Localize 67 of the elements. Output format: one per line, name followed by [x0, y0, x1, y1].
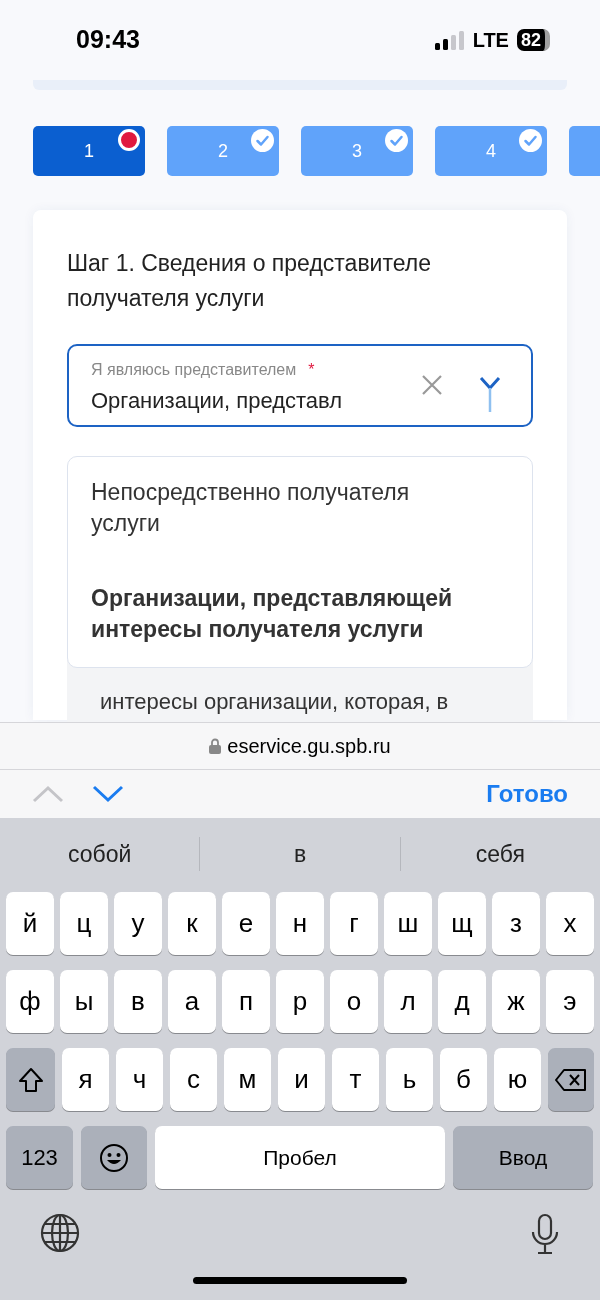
- field-value: Организации, представл: [91, 387, 343, 415]
- keyboard-key[interactable]: ы: [60, 970, 108, 1033]
- next-field-icon[interactable]: [92, 785, 124, 803]
- keyboard-key[interactable]: у: [114, 892, 162, 955]
- keyboard-key[interactable]: ю: [494, 1048, 541, 1111]
- shift-key[interactable]: [6, 1048, 55, 1111]
- emoji-key[interactable]: [81, 1126, 147, 1189]
- keyboard-key[interactable]: с: [170, 1048, 217, 1111]
- suggestion[interactable]: себя: [400, 836, 600, 872]
- keyboard-key[interactable]: и: [278, 1048, 325, 1111]
- globe-icon[interactable]: [40, 1213, 80, 1253]
- clock-time: 09:43: [76, 24, 140, 56]
- keyboard-key[interactable]: г: [330, 892, 378, 955]
- signal-icon: [434, 30, 465, 50]
- backspace-icon: [555, 1068, 587, 1091]
- chevron-icon[interactable]: [479, 374, 501, 412]
- network-label: LTE: [472, 28, 509, 53]
- keyboard-key[interactable]: ф: [6, 970, 54, 1033]
- keyboard-key[interactable]: м: [224, 1048, 271, 1111]
- step-tab[interactable]: 1: [33, 126, 145, 176]
- required-mark: *: [308, 360, 315, 380]
- keyboard-key[interactable]: в: [114, 970, 162, 1033]
- keyboard-key[interactable]: р: [276, 970, 324, 1033]
- keyboard-key[interactable]: е: [222, 892, 270, 955]
- url-text: eservice.gu.spb.ru: [227, 734, 391, 759]
- keyboard-key[interactable]: б: [440, 1048, 487, 1111]
- backspace-key[interactable]: [548, 1048, 594, 1111]
- note-text: интересы организации, которая, в: [100, 688, 450, 716]
- step-title: Шаг 1. Сведения о представителе получателя услуги: [67, 249, 432, 313]
- keyboard-key[interactable]: а: [168, 970, 216, 1033]
- keyboard-key[interactable]: о: [330, 970, 378, 1033]
- menu-option[interactable]: Организации, представляющей интересы получателя услуги: [91, 583, 481, 645]
- keyboard-key[interactable]: ц: [60, 892, 108, 955]
- check-icon: [519, 129, 542, 152]
- keyboard-key[interactable]: л: [384, 970, 432, 1033]
- lock-icon: [209, 738, 222, 754]
- field-label: Я являюсь представителем: [91, 360, 297, 380]
- keyboard-key[interactable]: к: [168, 892, 216, 955]
- return-key[interactable]: Ввод: [453, 1126, 593, 1189]
- check-icon: [385, 129, 408, 152]
- keyboard-key[interactable]: ь: [386, 1048, 433, 1111]
- clear-icon[interactable]: [421, 374, 443, 396]
- suggestion[interactable]: собой: [0, 836, 200, 872]
- microphone-icon[interactable]: [530, 1213, 560, 1255]
- keyboard-key[interactable]: э: [546, 970, 594, 1033]
- keyboard-key[interactable]: ш: [384, 892, 432, 955]
- keyboard-key[interactable]: я: [62, 1048, 109, 1111]
- battery-level: 82: [516, 29, 550, 51]
- keyboard-key[interactable]: 123: [6, 1126, 73, 1189]
- done-button[interactable]: Готово: [486, 776, 568, 812]
- keyboard-key[interactable]: п: [222, 970, 270, 1033]
- keyboard-key[interactable]: ж: [492, 970, 540, 1033]
- select-field[interactable]: Я являюсь представителем * Организации, представл: [67, 344, 533, 427]
- keyboard-key[interactable]: н: [276, 892, 324, 955]
- keyboard-key[interactable]: й: [6, 892, 54, 955]
- keyboard-key[interactable]: т: [332, 1048, 379, 1111]
- keyboard-key[interactable]: д: [438, 970, 486, 1033]
- menu-option[interactable]: Непосредственно получателя услуги: [91, 477, 481, 539]
- keyboard-key[interactable]: щ: [438, 892, 486, 955]
- shift-icon: [17, 1066, 44, 1093]
- suggestion[interactable]: в: [200, 836, 400, 872]
- keyboard-key[interactable]: х: [546, 892, 594, 955]
- emoji-icon: [99, 1142, 129, 1173]
- space-key[interactable]: Пробел: [155, 1126, 445, 1189]
- check-icon: [251, 129, 274, 152]
- keyboard-key[interactable]: ч: [116, 1048, 163, 1111]
- keyboard-key[interactable]: з: [492, 892, 540, 955]
